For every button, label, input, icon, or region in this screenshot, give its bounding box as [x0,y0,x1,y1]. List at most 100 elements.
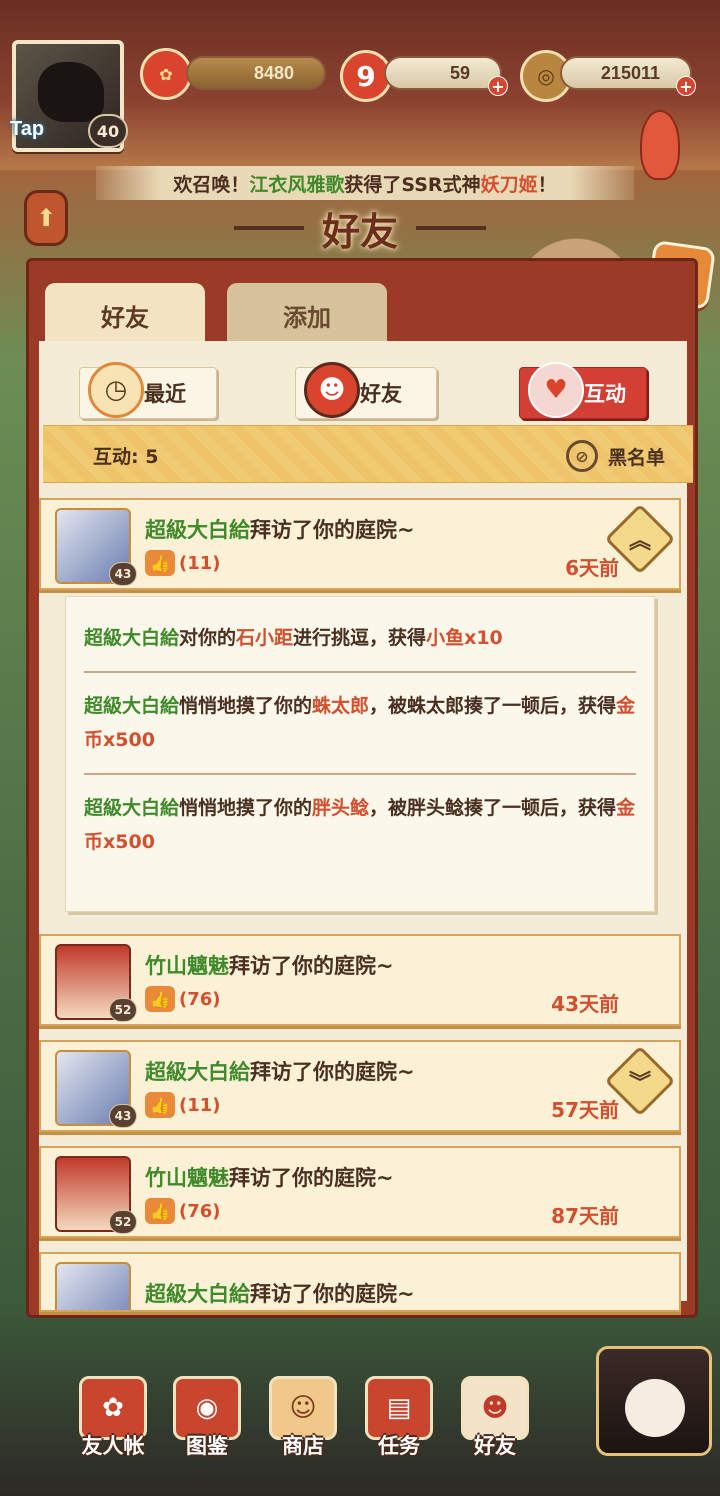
likes: 👍 (76) [145,1198,221,1224]
thumbs-up-icon[interactable]: 👍 [145,986,175,1012]
nav-label: 商店 [282,1434,324,1458]
thumbs-up-icon[interactable]: 👍 [145,550,175,576]
visitor-name[interactable]: 超級大白給 [145,1060,250,1084]
subtab-interaction[interactable]: ♥ 互动 [519,362,647,419]
list-item[interactable]: 52 竹山魑魅拜访了你的庭院~ 👍 (76) 43天前 [39,934,681,1026]
visitor-name[interactable]: 竹山魑魅 [145,954,229,978]
list-item[interactable]: 52 竹山魑魅拜访了你的庭院~ 👍 (76) 87天前 [39,1146,681,1238]
nav-tasks[interactable]: ▤ 任务 [356,1360,442,1460]
avatar-level-badge: 52 [109,998,137,1022]
visit-action: 拜访了你的庭院~ [229,1166,394,1190]
detail-target: 蛛太郎 [312,695,370,717]
avatar-silhouette [38,62,104,122]
nav-label: 好友 [474,1434,516,1458]
chevron-up-icon: ︽ [628,529,651,554]
chevron-down-icon: ︾ [628,1071,651,1096]
nav-label: 任务 [378,1434,420,1458]
title-left-ornament [233,226,304,230]
visitor-name[interactable]: 超級大白給 [145,518,250,542]
character-face [625,1379,685,1437]
visitor-name[interactable]: 超級大白給 [145,1282,250,1306]
marquee-shikigami: 妖刀姬 [480,173,538,196]
detail-target: 胖头鲶 [312,797,370,819]
red-flower-icon: ✿ [140,48,192,100]
blacklist-button[interactable]: ⊘ 黑名单 [565,440,665,472]
entry-title: 竹山魑魅拜访了你的庭院~ [145,950,394,980]
blocked-icon: ⊘ [565,440,598,472]
subtab-recent-label: 最近 [144,382,186,406]
avatar-level-badge: 52 [109,1210,137,1234]
announcement-marquee: 欢召唤！ 江衣风雅歌 获得了SSR式神 妖刀姬 ！ [96,166,634,200]
entry-title: 超級大白給拜访了你的庭院~ [145,514,415,544]
coupon-counter: 8480 [186,56,326,90]
fish-ornament-icon [640,110,680,180]
divider [84,671,636,673]
avatar [55,1262,131,1310]
interaction-count-bar: 互动: 5 ⊘ 黑名单 [43,425,693,483]
divider [84,773,636,775]
detail-text: 对你的 [179,627,237,649]
subtab-interaction-label: 互动 [584,382,626,406]
thumbs-up-icon[interactable]: 👍 [145,1092,175,1118]
subtab-recent[interactable]: ◷ 最近 [79,362,217,419]
thumbs-up-icon[interactable]: 👍 [145,1198,175,1224]
timestamp: 87天前 [551,1204,619,1228]
detail-item: 超級大白給对你的石小距进行挑逗，获得小鱼x10 [84,611,636,665]
avatar-level-badge: 43 [109,562,137,586]
top-bar: Tap 40 ✿ 8480 9 59 + ◎ 215011 + 欢召唤！ 江衣风… [0,0,720,200]
tab-friends[interactable]: 好友 [45,283,205,347]
marquee-mid: 获得了SSR式神 [344,173,481,196]
list-item[interactable]: 43 超級大白給拜访了你的庭院~ 👍 (11) 6天前 ︽ [39,498,681,590]
detail-text: ，被蛛太郎揍了一顿后，获得 [369,695,617,717]
list-item[interactable]: 43 超級大白給拜访了你的庭院~ 👍 (11) 57天前 ︾ [39,1040,681,1132]
likes: 👍 (11) [145,1092,221,1118]
title-row: 好友 [0,200,720,256]
timestamp: 43天前 [551,992,619,1016]
list-item[interactable]: 超級大白給拜访了你的庭院~ [39,1252,681,1312]
like-count: (11) [179,552,221,574]
nav-codex[interactable]: ◉ 图鉴 [164,1360,250,1460]
visit-action: 拜访了你的庭院~ [250,1282,415,1306]
marquee-post: ！ [537,173,557,196]
detail-target: 石小距 [236,627,294,649]
like-count: (76) [179,988,221,1010]
avatar-level-badge: 43 [109,1104,137,1128]
visit-action: 拜访了你的庭院~ [250,518,415,542]
entry-title: 超級大白給拜访了你的庭院~ [145,1278,415,1308]
nav-friend-book[interactable]: ✿ 友人帐 [70,1360,156,1460]
detail-actor: 超級大白給 [84,695,180,717]
interaction-details: 超級大白給对你的石小距进行挑逗，获得小鱼x10 超級大白給悄悄地摸了你的蛛太郎，… [65,596,655,912]
detail-actor: 超級大白給 [84,627,180,649]
nav-shop[interactable]: ☺ 商店 [260,1360,346,1460]
gold-value: 215011 [600,62,660,83]
add-fish-button[interactable]: + [488,76,508,96]
subtab-friends-label: 好友 [360,382,402,406]
entry-title: 竹山魑魅拜访了你的庭院~ [145,1162,394,1192]
entry-title: 超級大白給拜访了你的庭院~ [145,1056,415,1086]
gift-icon: ♥ [528,362,584,418]
marquee-pre: 欢召唤！ [173,173,250,196]
subtab-row: ◷ 最近 ☻ 好友 ♥ 互动 [39,351,687,431]
tab-add[interactable]: 添加 [227,283,387,347]
title-right-ornament [416,226,486,230]
nav-friends[interactable]: ☻ 好友 [452,1360,538,1460]
daruma-icon: ☻ [304,362,360,418]
character-portrait[interactable] [596,1346,712,1456]
interaction-count: 互动: 5 [93,446,159,468]
detail-item: 超級大白給悄悄地摸了你的蛛太郎，被蛛太郎揍了一顿后，获得金币x500 [84,679,636,767]
detail-text: 悄悄地摸了你的 [179,695,313,717]
detail-actor: 超級大白給 [84,797,180,819]
likes: 👍 (11) [145,550,221,576]
visit-action: 拜访了你的庭院~ [229,954,394,978]
visit-action: 拜访了你的庭院~ [250,1060,415,1084]
friends-panel: 好友 添加 ◷ 最近 ☻ 好友 ♥ 互动 互动: 5 ⊘ 黑名单 43 超級大白… [26,258,698,1318]
detail-reward: 小鱼x10 [426,627,503,649]
gold-counter: 215011 [560,56,692,90]
add-gold-button[interactable]: + [676,76,696,96]
detail-text: 进行挑逗，获得 [293,627,427,649]
marquee-player: 江衣风雅歌 [249,173,345,196]
subtab-friends[interactable]: ☻ 好友 [295,362,437,419]
player-level-badge: 40 [88,114,128,148]
timestamp: 57天前 [551,1098,619,1122]
visitor-name[interactable]: 竹山魑魅 [145,1166,229,1190]
